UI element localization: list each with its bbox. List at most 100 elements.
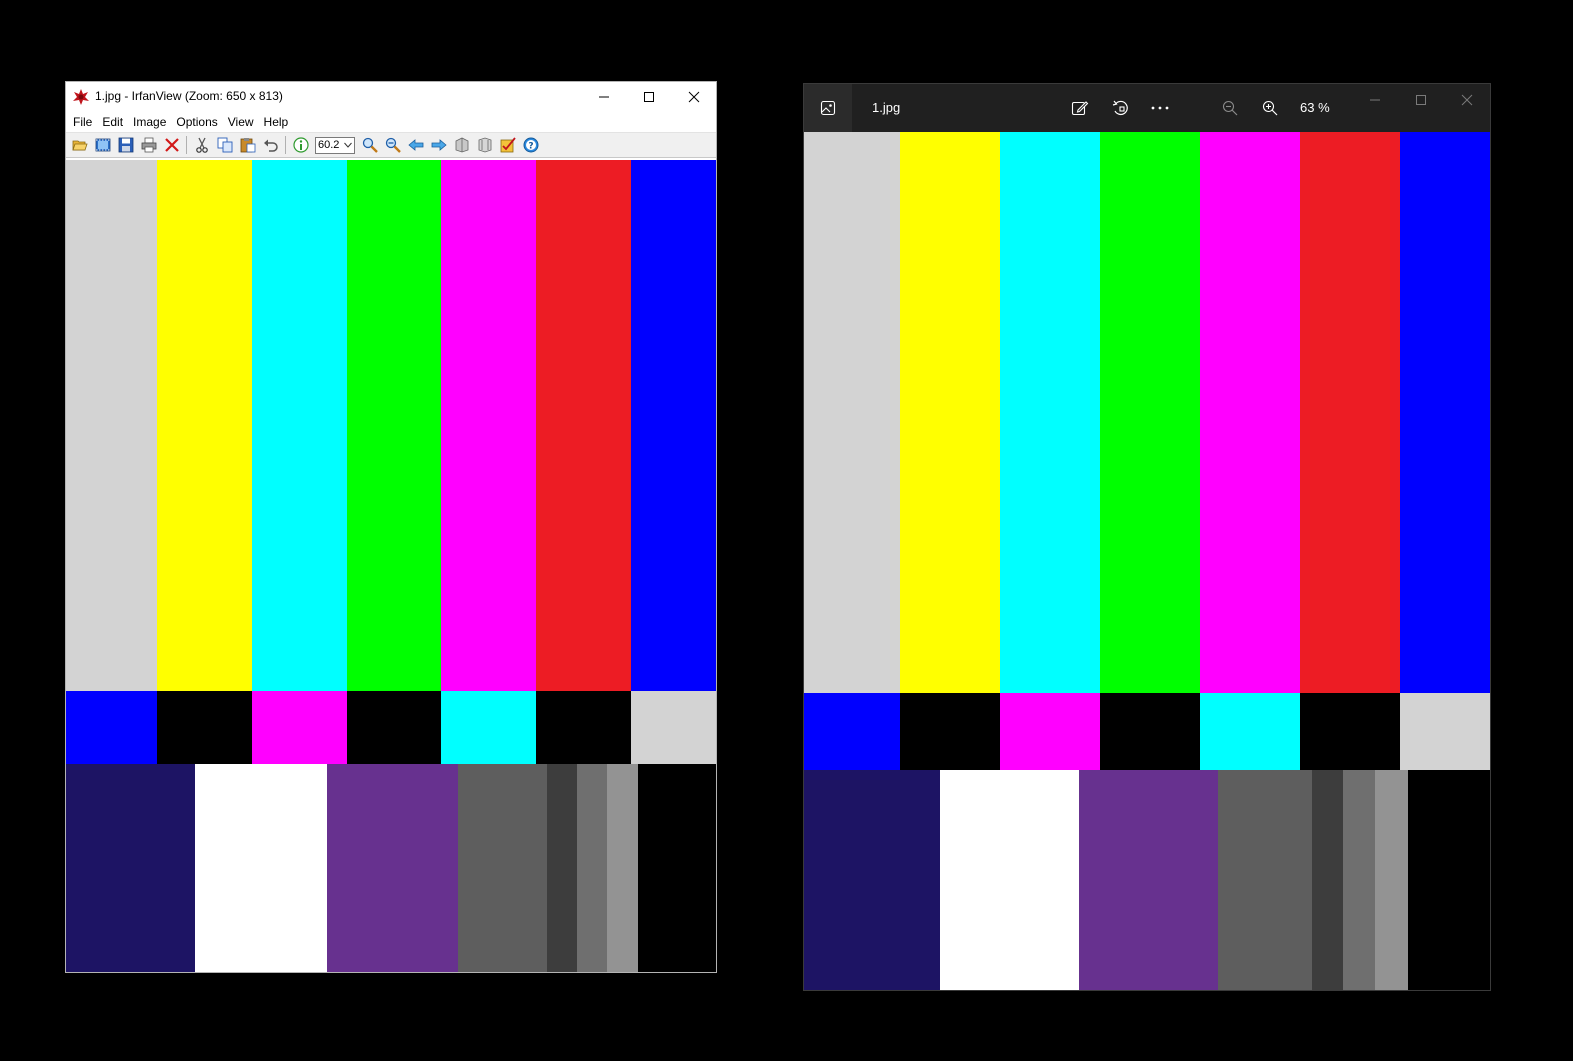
bar — [940, 770, 1079, 990]
open-button[interactable] — [68, 134, 91, 156]
settings-icon — [500, 137, 516, 153]
settings-button[interactable] — [496, 134, 519, 156]
last-icon — [478, 137, 491, 153]
menu-edit[interactable]: Edit — [97, 115, 128, 129]
zoom-in-icon — [1262, 100, 1278, 116]
paste-button[interactable] — [236, 134, 259, 156]
bottom-bars — [804, 770, 1490, 990]
bottom-bars — [66, 764, 716, 972]
previous-button[interactable] — [404, 134, 427, 156]
menu-help[interactable]: Help — [259, 115, 294, 129]
gallery-button[interactable] — [804, 84, 852, 132]
bar — [327, 764, 458, 972]
zoom-in-button[interactable] — [358, 134, 381, 156]
info-icon — [292, 137, 309, 153]
bar — [1343, 770, 1375, 990]
maximize-button[interactable] — [1398, 84, 1444, 116]
bar — [1400, 132, 1490, 693]
image-canvas[interactable] — [804, 132, 1490, 990]
close-button[interactable] — [671, 82, 717, 112]
close-button[interactable] — [1444, 84, 1490, 116]
bar — [631, 160, 716, 691]
close-icon — [688, 91, 700, 103]
print-icon — [141, 137, 156, 153]
zoom-out-button[interactable] — [381, 134, 404, 156]
print-button[interactable] — [137, 134, 160, 156]
bar — [638, 764, 716, 972]
bar — [1200, 693, 1300, 770]
top-bars — [804, 132, 1490, 693]
image-canvas[interactable] — [66, 160, 716, 972]
copy-icon — [217, 137, 232, 153]
zoom-out-icon — [1222, 100, 1238, 116]
more-button[interactable] — [1145, 93, 1175, 123]
minimize-button[interactable] — [1352, 84, 1398, 116]
irfanview-logo-icon — [73, 89, 89, 105]
bar — [900, 693, 1000, 770]
menu-view[interactable]: View — [223, 115, 259, 129]
toolbar-separator — [285, 136, 286, 154]
undo-icon — [263, 139, 278, 152]
bar — [441, 160, 536, 691]
slideshow-icon — [95, 138, 110, 152]
copy-button[interactable] — [213, 134, 236, 156]
bar — [1400, 693, 1490, 770]
zoom-select[interactable]: 60.2 — [315, 136, 355, 154]
bar — [1300, 693, 1400, 770]
menu-options[interactable]: Options — [171, 115, 222, 129]
first-icon — [455, 137, 468, 153]
undo-button[interactable] — [259, 134, 282, 156]
bar — [347, 691, 441, 764]
delete-icon — [164, 138, 179, 152]
edit-button[interactable] — [1065, 93, 1095, 123]
last-button[interactable] — [473, 134, 496, 156]
info-button[interactable] — [289, 134, 312, 156]
open-folder-icon — [71, 140, 88, 151]
rotate-button[interactable] — [1106, 93, 1136, 123]
bar — [536, 691, 631, 764]
menu-image[interactable]: Image — [128, 115, 171, 129]
bar — [252, 691, 347, 764]
zoom-out-button[interactable] — [1215, 93, 1245, 123]
toolbar: 60.2 ? — [66, 132, 716, 158]
gallery-icon — [820, 100, 836, 116]
help-button[interactable]: ? — [519, 134, 542, 156]
bar — [804, 693, 900, 770]
bar — [1079, 770, 1218, 990]
bar — [1200, 132, 1300, 693]
zoom-percent[interactable]: 63 % — [1300, 100, 1330, 115]
menu-file[interactable]: File — [68, 115, 97, 129]
bar — [66, 160, 157, 691]
minimize-button[interactable] — [581, 82, 627, 112]
delete-button[interactable] — [160, 134, 183, 156]
minimize-icon — [599, 96, 609, 98]
title-bar[interactable]: 1.jpg 63 % — [804, 84, 1490, 132]
zoom-in-button[interactable] — [1255, 93, 1285, 123]
zoom-out-icon — [385, 137, 401, 153]
previous-icon — [407, 139, 423, 151]
slideshow-button[interactable] — [91, 134, 114, 156]
bar — [1218, 770, 1312, 990]
middle-bars — [804, 693, 1490, 770]
bar — [1000, 132, 1100, 693]
title-bar[interactable]: 1.jpg - IrfanView (Zoom: 650 x 813) — [66, 82, 716, 112]
maximize-button[interactable] — [626, 82, 672, 112]
bar — [1300, 132, 1400, 693]
svg-text:?: ? — [528, 142, 533, 152]
bar — [1100, 132, 1200, 693]
bar — [441, 691, 536, 764]
top-bars — [66, 160, 716, 691]
window-title: 1.jpg - IrfanView (Zoom: 650 x 813) — [95, 89, 283, 103]
next-icon — [431, 139, 447, 151]
bar — [607, 764, 638, 972]
bar — [1408, 770, 1490, 990]
cut-button[interactable] — [190, 134, 213, 156]
toolbar-separator — [186, 136, 187, 154]
rotate-icon — [1112, 100, 1128, 115]
next-button[interactable] — [427, 134, 450, 156]
save-button[interactable] — [114, 134, 137, 156]
menu-bar: File Edit Image Options View Help — [66, 112, 716, 132]
first-button[interactable] — [450, 134, 473, 156]
middle-bars — [66, 691, 716, 764]
file-name: 1.jpg — [872, 100, 901, 115]
